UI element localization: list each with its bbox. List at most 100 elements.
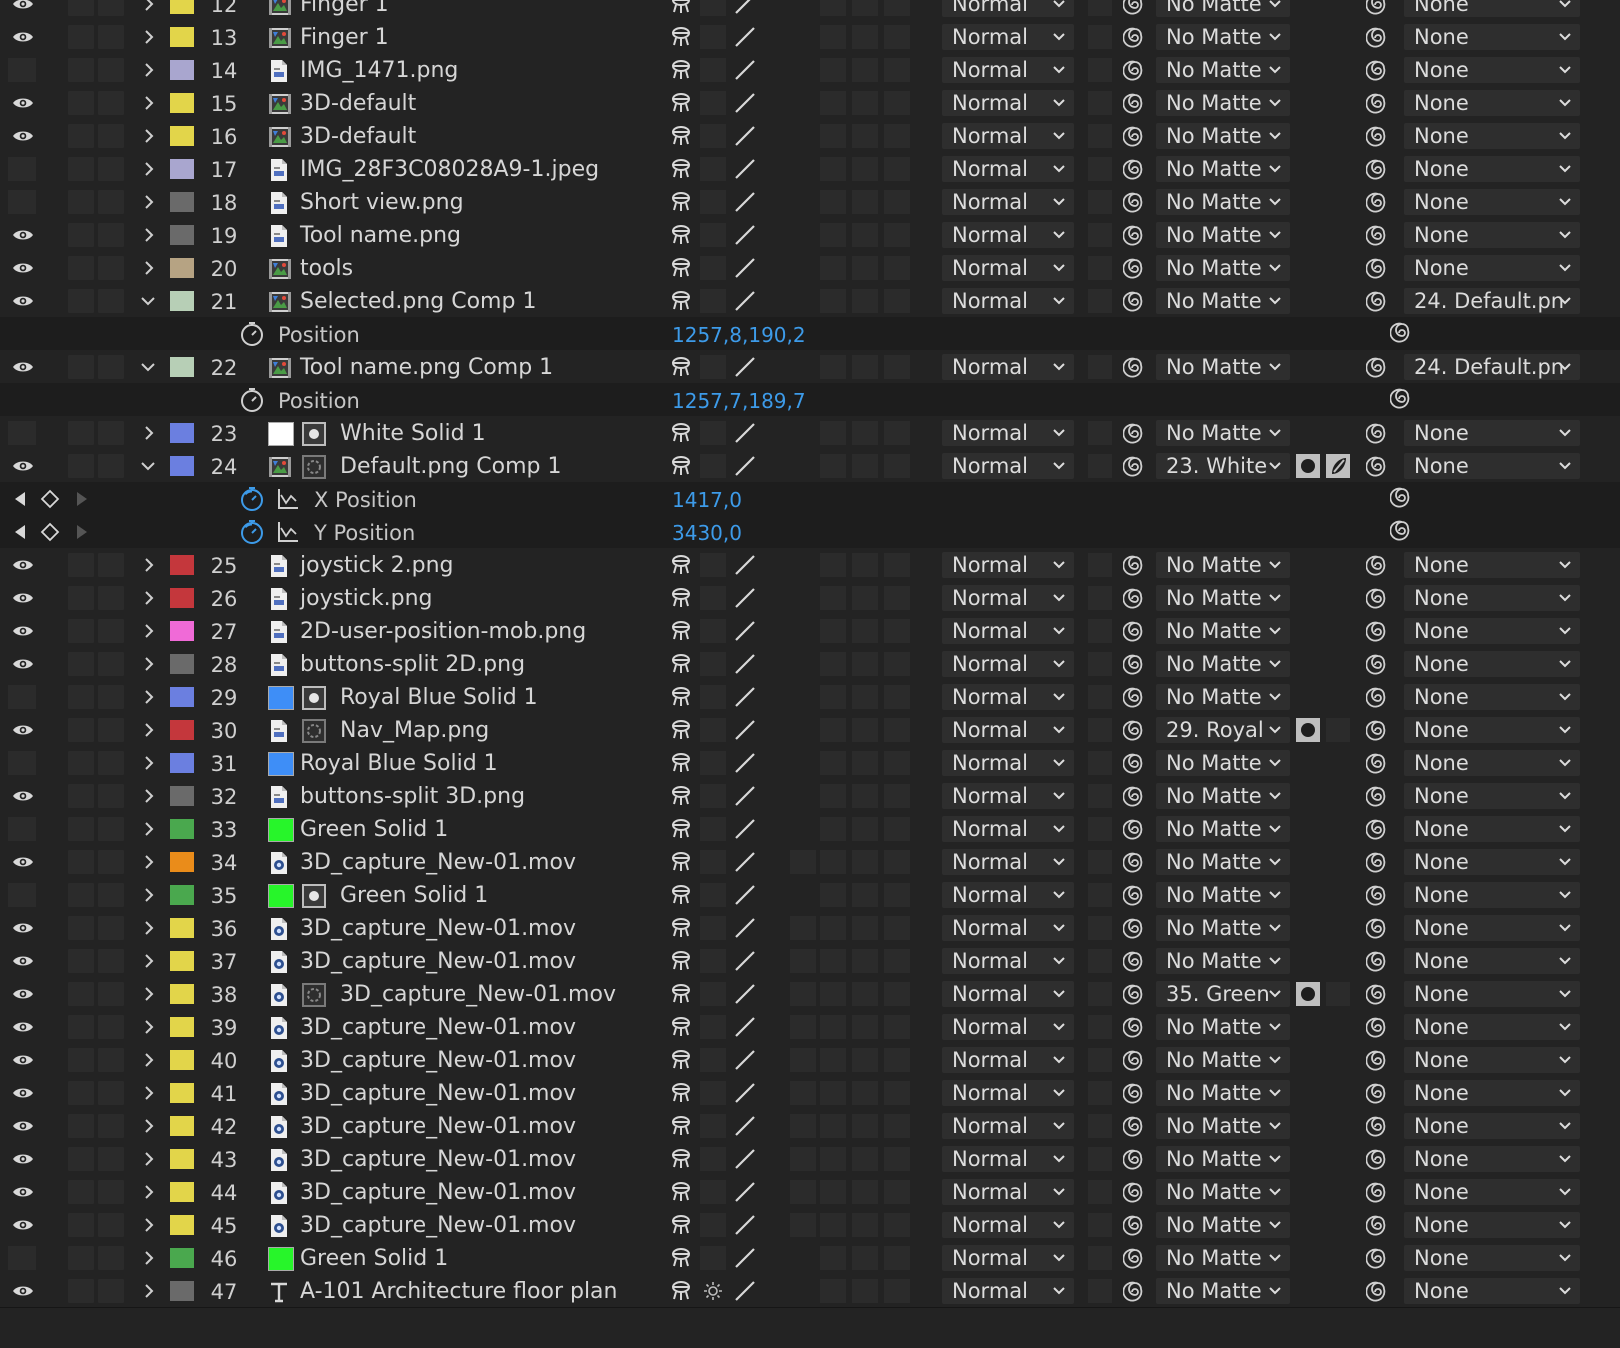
visibility-toggle[interactable] bbox=[8, 1114, 36, 1138]
shy-icon[interactable] bbox=[668, 1147, 694, 1171]
3d-layer-switch[interactable] bbox=[790, 850, 816, 874]
audio-toggle[interactable] bbox=[68, 784, 94, 808]
label-color-swatch[interactable] bbox=[170, 192, 194, 212]
visibility-toggle[interactable] bbox=[8, 1048, 36, 1072]
fx-switch[interactable] bbox=[820, 916, 846, 940]
chevron-right-icon[interactable] bbox=[142, 1282, 158, 1300]
chevron-right-icon[interactable] bbox=[142, 919, 158, 937]
blend-mode-dropdown[interactable]: Normal bbox=[942, 123, 1074, 149]
parent-pickwhip-icon[interactable] bbox=[1365, 884, 1392, 908]
label-color-swatch[interactable] bbox=[170, 984, 194, 1004]
next-keyframe-icon[interactable] bbox=[74, 490, 90, 512]
frame-blend-switch[interactable] bbox=[852, 1048, 878, 1072]
layer-name[interactable]: Nav_Map.png bbox=[340, 718, 489, 743]
shy-icon[interactable] bbox=[668, 1081, 694, 1105]
fx-switch[interactable] bbox=[820, 289, 846, 313]
parent-link-dropdown[interactable]: None bbox=[1404, 1014, 1580, 1040]
preserve-transparency-toggle[interactable] bbox=[1088, 1015, 1112, 1039]
label-color-swatch[interactable] bbox=[170, 126, 194, 146]
motion-blur-switch[interactable] bbox=[884, 289, 910, 313]
solo-toggle[interactable] bbox=[98, 157, 124, 181]
collapse-switch[interactable] bbox=[700, 1081, 726, 1105]
preserve-transparency-toggle[interactable] bbox=[1088, 685, 1112, 709]
matte-pickwhip-icon[interactable] bbox=[1122, 158, 1149, 182]
preserve-transparency-toggle[interactable] bbox=[1088, 190, 1112, 214]
collapse-switch[interactable] bbox=[700, 289, 726, 313]
track-matte-dropdown[interactable]: No Matte bbox=[1156, 684, 1290, 710]
label-color-swatch[interactable] bbox=[170, 885, 194, 905]
audio-toggle[interactable] bbox=[68, 256, 94, 280]
property-value[interactable]: 1417,0 bbox=[672, 488, 742, 512]
solo-toggle[interactable] bbox=[98, 256, 124, 280]
fx-switch[interactable] bbox=[820, 1114, 846, 1138]
parent-pickwhip-icon[interactable] bbox=[1365, 1016, 1392, 1040]
frame-blend-switch[interactable] bbox=[852, 223, 878, 247]
label-color-swatch[interactable] bbox=[170, 423, 194, 443]
layer-name[interactable]: Finger 1 bbox=[300, 25, 389, 50]
chevron-right-icon[interactable] bbox=[142, 985, 158, 1003]
track-matte-dropdown[interactable]: No Matte bbox=[1156, 750, 1290, 776]
blend-mode-dropdown[interactable]: Normal bbox=[942, 981, 1074, 1007]
layer-name[interactable]: 3D_capture_New-01.mov bbox=[300, 1147, 576, 1172]
fx-switch[interactable] bbox=[820, 421, 846, 445]
parent-link-dropdown[interactable]: None bbox=[1404, 156, 1580, 182]
visibility-toggle[interactable] bbox=[8, 0, 36, 16]
shy-icon[interactable] bbox=[668, 25, 694, 49]
chevron-right-icon[interactable] bbox=[142, 94, 158, 112]
quality-slash-icon[interactable] bbox=[732, 916, 758, 940]
motion-blur-switch[interactable] bbox=[884, 751, 910, 775]
visibility-toggle[interactable] bbox=[8, 223, 36, 247]
motion-blur-switch[interactable] bbox=[884, 1213, 910, 1237]
layer-name[interactable]: 3D_capture_New-01.mov bbox=[300, 1114, 576, 1139]
audio-toggle[interactable] bbox=[68, 553, 94, 577]
parent-pickwhip-icon[interactable] bbox=[1365, 1280, 1392, 1304]
track-matte-dropdown[interactable]: No Matte bbox=[1156, 123, 1290, 149]
audio-toggle[interactable] bbox=[68, 1246, 94, 1270]
fx-switch[interactable] bbox=[820, 157, 846, 181]
chevron-right-icon[interactable] bbox=[142, 1051, 158, 1069]
track-matte-dropdown[interactable]: No Matte bbox=[1156, 915, 1290, 941]
audio-toggle[interactable] bbox=[68, 25, 94, 49]
fx-switch[interactable] bbox=[820, 1213, 846, 1237]
layer-name[interactable]: 3D_capture_New-01.mov bbox=[300, 1180, 576, 1205]
quality-slash-icon[interactable] bbox=[732, 784, 758, 808]
audio-toggle[interactable] bbox=[68, 949, 94, 973]
matte-pickwhip-icon[interactable] bbox=[1122, 26, 1149, 50]
shy-icon[interactable] bbox=[668, 289, 694, 313]
chevron-right-icon[interactable] bbox=[142, 853, 158, 871]
fx-switch[interactable] bbox=[820, 883, 846, 907]
track-matte-dropdown[interactable]: No Matte bbox=[1156, 420, 1290, 446]
preserve-transparency-toggle[interactable] bbox=[1088, 1279, 1112, 1303]
collapse-switch[interactable] bbox=[700, 619, 726, 643]
blend-mode-dropdown[interactable]: Normal bbox=[942, 156, 1074, 182]
quality-slash-icon[interactable] bbox=[732, 1246, 758, 1270]
chevron-right-icon[interactable] bbox=[142, 1117, 158, 1135]
fx-switch[interactable] bbox=[820, 1279, 846, 1303]
blend-mode-dropdown[interactable]: Normal bbox=[942, 57, 1074, 83]
shy-icon[interactable] bbox=[668, 1213, 694, 1237]
parent-pickwhip-icon[interactable] bbox=[1365, 752, 1392, 776]
parent-pickwhip-icon[interactable] bbox=[1365, 620, 1392, 644]
frame-blend-switch[interactable] bbox=[852, 883, 878, 907]
quality-slash-icon[interactable] bbox=[732, 355, 758, 379]
shy-icon[interactable] bbox=[668, 1048, 694, 1072]
layer-name[interactable]: 3D_capture_New-01.mov bbox=[300, 949, 576, 974]
frame-blend-switch[interactable] bbox=[852, 982, 878, 1006]
chevron-right-icon[interactable] bbox=[142, 820, 158, 838]
preserve-transparency-toggle[interactable] bbox=[1088, 718, 1112, 742]
label-color-swatch[interactable] bbox=[170, 555, 194, 575]
audio-toggle[interactable] bbox=[68, 1180, 94, 1204]
visibility-toggle[interactable] bbox=[8, 850, 36, 874]
shy-icon[interactable] bbox=[668, 58, 694, 82]
track-matte-dropdown[interactable]: No Matte bbox=[1156, 585, 1290, 611]
quality-slash-icon[interactable] bbox=[732, 817, 758, 841]
matte-pickwhip-icon[interactable] bbox=[1122, 290, 1149, 314]
preserve-transparency-toggle[interactable] bbox=[1088, 289, 1112, 313]
chevron-right-icon[interactable] bbox=[142, 1150, 158, 1168]
blend-mode-dropdown[interactable]: Normal bbox=[942, 420, 1074, 446]
luma-invert-icon[interactable] bbox=[1326, 454, 1350, 478]
preserve-transparency-toggle[interactable] bbox=[1088, 1180, 1112, 1204]
audio-toggle[interactable] bbox=[68, 190, 94, 214]
quality-slash-icon[interactable] bbox=[732, 91, 758, 115]
track-matte-dropdown[interactable]: No Matte bbox=[1156, 222, 1290, 248]
